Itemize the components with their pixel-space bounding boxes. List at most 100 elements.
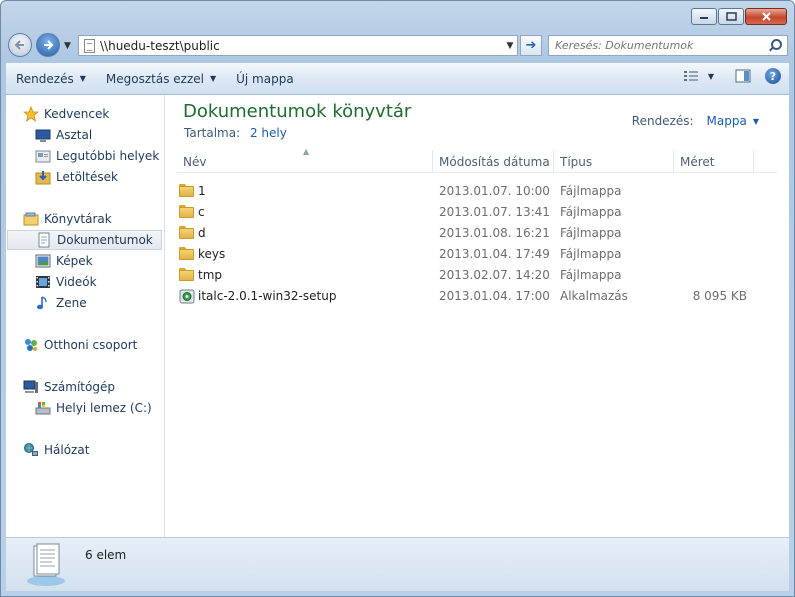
file-modified: 2013.01.04. 17:49: [439, 247, 550, 261]
preview-pane-button[interactable]: [735, 68, 751, 84]
share-with-button[interactable]: Megosztás ezzel ▼: [96, 67, 226, 91]
sidebar-item-favorites[interactable]: Kedvencek: [23, 104, 109, 124]
column-header-name[interactable]: Név: [183, 155, 206, 169]
sidebar-item-documents[interactable]: Dokumentumok: [7, 230, 162, 250]
sidebar-item-label: Számítógép: [44, 380, 115, 394]
recent-places-icon: [35, 150, 51, 163]
table-row[interactable]: keys 2013.01.04. 17:49 Fájlmappa: [177, 244, 777, 265]
column-header-type[interactable]: Típus: [560, 155, 592, 169]
documents-library-icon: [27, 543, 65, 586]
videos-icon: [36, 276, 50, 288]
forward-arrow-icon: [44, 40, 54, 50]
column-header-size[interactable]: Méret: [680, 155, 715, 169]
column-header-modified[interactable]: Módosítás dátuma: [439, 155, 550, 169]
change-view-button[interactable]: [683, 68, 699, 84]
homegroup-icon: [25, 339, 37, 351]
table-row[interactable]: tmp 2013.02.07. 14:20 Fájlmappa: [177, 265, 777, 286]
chevron-down-icon[interactable]: ▼: [753, 117, 759, 126]
sidebar-item-label: Legutóbbi helyek: [56, 149, 160, 163]
column-divider[interactable]: [432, 150, 433, 172]
table-row[interactable]: d 2013.01.08. 16:21 Fájlmappa: [177, 223, 777, 244]
recent-pages-button[interactable]: ▼: [64, 41, 74, 51]
maximize-icon: [725, 12, 737, 21]
search-icon[interactable]: [767, 38, 783, 54]
sidebar-item-label: Helyi lemez (C:): [56, 401, 152, 415]
folder-icon: [179, 247, 195, 262]
column-headers: ▲ Név Módosítás dátuma Típus Méret: [177, 147, 777, 173]
table-row[interactable]: c 2013.01.07. 13:41 Fájlmappa: [177, 202, 777, 223]
column-divider[interactable]: [553, 150, 554, 172]
close-icon: [761, 12, 771, 21]
sidebar-item-libraries[interactable]: Könyvtárak: [23, 209, 112, 229]
sidebar-item-network[interactable]: Hálózat: [23, 440, 89, 460]
arrange-label: Rendezés:: [631, 114, 694, 128]
minimize-icon: [700, 16, 708, 19]
close-button[interactable]: [745, 8, 787, 25]
caption-buttons: [690, 8, 787, 25]
back-button[interactable]: [8, 33, 32, 57]
local-disk-icon: [35, 402, 51, 415]
arrange-by: Rendezés: Mappa ▼: [632, 114, 759, 128]
back-arrow-icon: [14, 40, 24, 50]
sidebar-item-videos[interactable]: Videók: [35, 272, 97, 292]
command-bar: Rendezés ▼ Megosztás ezzel ▼ Új mappa ▼: [6, 63, 789, 95]
file-type: Fájlmappa: [560, 268, 622, 282]
table-row[interactable]: italc-2.0.1-win32-setup 2013.01.04. 17:0…: [177, 286, 777, 307]
search-box[interactable]: [548, 35, 788, 56]
arrange-by-dropdown[interactable]: Mappa: [707, 114, 747, 128]
sidebar-item-local-disk[interactable]: Helyi lemez (C:): [35, 398, 152, 418]
address-path[interactable]: \\huedu-teszt\public: [100, 39, 503, 53]
sidebar-item-recent[interactable]: Legutóbbi helyek: [35, 146, 159, 166]
sidebar-item-music[interactable]: Zene: [35, 293, 87, 313]
file-type: Fájlmappa: [560, 226, 622, 240]
details-pane: 6 elem: [6, 537, 789, 591]
organize-button[interactable]: Rendezés ▼: [6, 67, 96, 91]
folder-icon: [179, 268, 195, 283]
sidebar-item-label: Zene: [56, 296, 87, 310]
minimize-button[interactable]: [691, 8, 717, 25]
address-field[interactable]: \\huedu-teszt\public ▼: [78, 35, 518, 56]
sidebar-item-label: Könyvtárak: [44, 212, 112, 226]
sidebar-item-computer[interactable]: Számítógép: [23, 377, 115, 397]
includes-label: Tartalma:: [184, 126, 241, 140]
column-divider[interactable]: [673, 150, 674, 172]
document-icon: [84, 38, 95, 53]
sidebar-item-downloads[interactable]: Letöltések: [35, 167, 118, 187]
chevron-down-icon: ▼: [209, 74, 217, 83]
main-area: Kedvencek Asztal Legutóbbi helyek Letölt…: [6, 95, 789, 538]
content-pane: Dokumentumok könyvtár Tartalma: 2 hely R…: [165, 95, 789, 538]
chevron-down-icon: ▼: [79, 74, 86, 83]
sidebar-item-pictures[interactable]: Képek: [35, 251, 93, 271]
file-type: Fájlmappa: [560, 184, 622, 198]
chevron-down-icon: ▼: [707, 71, 715, 81]
file-type: Alkalmazás: [560, 289, 628, 303]
sidebar-item-label: Dokumentumok: [57, 233, 153, 247]
help-button[interactable]: ?: [765, 68, 781, 84]
address-dropdown-icon[interactable]: ▼: [503, 41, 517, 51]
star-icon: [23, 106, 39, 122]
view-options-dropdown[interactable]: ▼: [703, 68, 719, 84]
table-row[interactable]: 1 2013.01.07. 10:00 Fájlmappa: [177, 181, 777, 202]
file-name: 1: [198, 184, 206, 198]
sidebar-item-label: Asztal: [56, 128, 93, 142]
maximize-button[interactable]: [718, 8, 744, 25]
sidebar-item-homegroup[interactable]: Otthoni csoport: [23, 335, 137, 355]
file-modified: 2013.01.08. 16:21: [439, 226, 550, 240]
address-bar: ▼ \\huedu-teszt\public ▼ ➔: [7, 33, 788, 59]
go-button[interactable]: ➔: [520, 35, 542, 56]
column-divider[interactable]: [753, 150, 754, 172]
installer-icon: [179, 289, 195, 304]
documents-icon: [38, 232, 50, 248]
sidebar-item-desktop[interactable]: Asztal: [35, 125, 92, 145]
sidebar-item-label: Képek: [56, 254, 93, 268]
search-input[interactable]: [549, 38, 767, 53]
includes-locations-link[interactable]: 2 hely: [250, 126, 287, 140]
sidebar-item-label: Otthoni csoport: [44, 338, 138, 352]
sort-ascending-icon: ▲: [303, 147, 310, 156]
forward-button[interactable]: [36, 33, 60, 57]
downloads-icon: [35, 171, 51, 185]
folder-icon: [179, 226, 195, 241]
details-view-icon: [684, 71, 698, 81]
folder-icon: [179, 184, 195, 199]
new-folder-button[interactable]: Új mappa: [226, 67, 304, 91]
